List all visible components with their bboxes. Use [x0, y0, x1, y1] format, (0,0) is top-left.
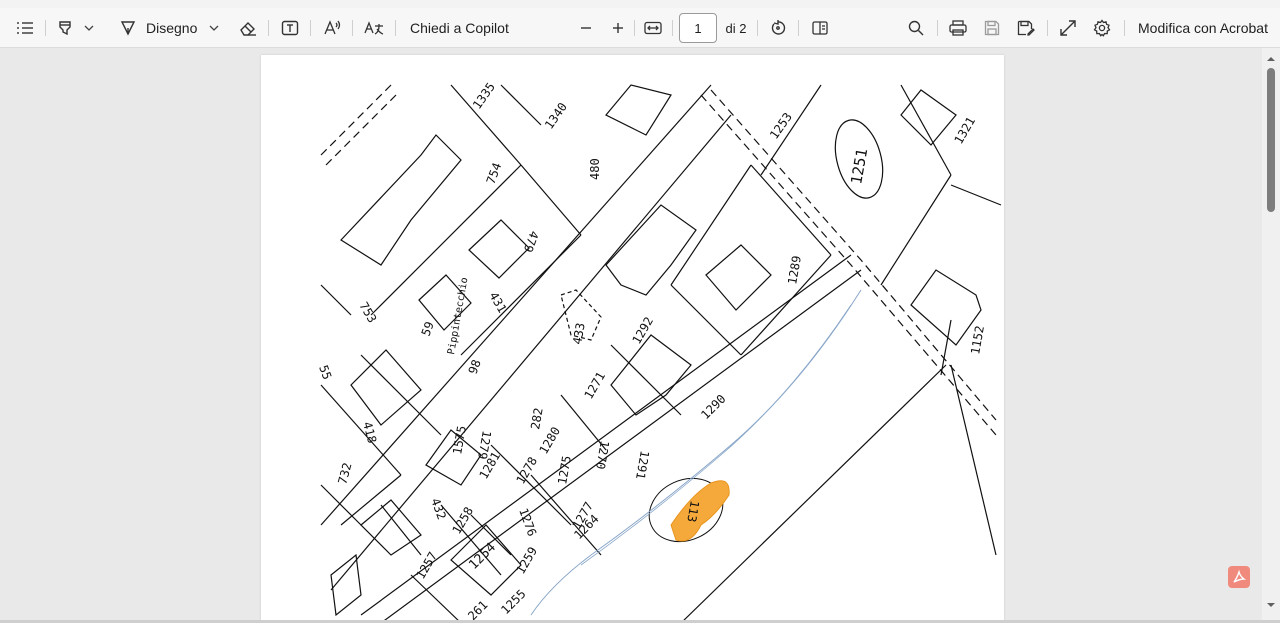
parcel-label: 1290 — [698, 392, 728, 422]
parcel-label: 1335 — [470, 80, 498, 112]
parcel-label: 1255 — [498, 587, 528, 617]
parcel-label: 113 — [684, 499, 702, 523]
cadastral-map: 1335 1340 480 754 479 1253 1321 1251 753… — [316, 80, 1002, 623]
parcel-label: 418 — [360, 420, 379, 445]
page-number-input[interactable]: 1 — [679, 13, 717, 43]
parcel-label: 55 — [316, 363, 334, 381]
parcel-label: 98 — [466, 358, 484, 376]
parcel-label: 754 — [484, 161, 505, 186]
toolbar-separator — [310, 20, 311, 36]
scrollbar-thumb[interactable] — [1267, 68, 1275, 212]
save-as-icon[interactable] — [1016, 8, 1036, 48]
parcel-label: 479 — [521, 229, 542, 254]
parcel-label: 1253 — [767, 110, 795, 142]
pdf-page: 1335 1340 480 754 479 1253 1321 1251 753… — [261, 55, 1004, 623]
edit-with-acrobat-button[interactable]: Modifica con Acrobat — [1138, 8, 1268, 48]
text-box-icon[interactable] — [279, 8, 301, 48]
parcel-label: 1152 — [968, 325, 987, 356]
gear-icon[interactable] — [1092, 8, 1112, 48]
toolbar-separator — [395, 20, 396, 36]
acrobat-icon[interactable] — [1228, 566, 1250, 588]
parcel-label: 1271 — [581, 369, 608, 401]
highlighter-icon[interactable] — [55, 8, 75, 48]
parcel-label: 1575 — [450, 425, 469, 456]
draw-dropdown-chevron-icon[interactable] — [205, 8, 223, 48]
parcel-label: Pippintecchio — [446, 277, 470, 356]
page-total-label: di 2 — [725, 20, 747, 36]
save-icon[interactable] — [982, 8, 1002, 48]
toolbar-separator — [634, 20, 635, 36]
parcel-label: 753 — [356, 300, 379, 326]
toolbar-separator — [798, 20, 799, 36]
toolbar-separator — [672, 20, 673, 36]
parcel-label: 732 — [335, 461, 354, 486]
window-top-strip — [0, 0, 1280, 8]
toolbar-separator — [757, 20, 758, 36]
search-icon[interactable] — [906, 8, 926, 48]
toolbar-separator — [268, 20, 269, 36]
toolbar-separator — [1124, 20, 1125, 36]
parcel-label: 1289 — [785, 255, 804, 286]
pen-icon[interactable] — [118, 8, 138, 48]
translate-icon[interactable] — [362, 8, 386, 48]
draw-button-label[interactable]: Disegno — [146, 8, 198, 48]
plus-icon[interactable] — [608, 8, 628, 48]
parcel-label: 432 — [428, 496, 449, 521]
expand-icon[interactable] — [1058, 8, 1078, 48]
toolbar-separator — [45, 20, 46, 36]
read-aloud-icon[interactable] — [321, 8, 343, 48]
parcel-label: 433 — [570, 322, 588, 346]
ask-copilot-button[interactable]: Chiedi a Copilot — [410, 8, 520, 48]
toolbar-separator — [352, 20, 353, 36]
parcel-label: 1257 — [413, 549, 440, 581]
parcel-label: 480 — [588, 158, 602, 180]
print-icon[interactable] — [948, 8, 968, 48]
toolbar-separator — [1047, 20, 1048, 36]
minus-icon[interactable] — [576, 8, 596, 48]
rotate-icon[interactable] — [767, 8, 789, 48]
parcel-label: 1258 — [449, 504, 476, 536]
highlight-dropdown-chevron-icon[interactable] — [80, 8, 98, 48]
parcel-label: 431 — [486, 290, 509, 316]
parcel-label: 1292 — [629, 314, 656, 346]
parcel-label: 1340 — [542, 100, 570, 132]
eraser-icon[interactable] — [238, 8, 258, 48]
document-viewport[interactable]: 1335 1340 480 754 479 1253 1321 1251 753… — [0, 48, 1280, 623]
parcel-label: 282 — [528, 407, 546, 431]
pdf-toolbar: Disegno Chiedi a Copilot 1 di 2 Modifica… — [0, 8, 1280, 48]
scroll-down-arrow-icon[interactable] — [1266, 600, 1276, 610]
parcel-label: 1251 — [847, 147, 871, 186]
list-icon[interactable] — [14, 8, 36, 48]
parcel-label: 1291 — [633, 449, 652, 480]
scroll-up-arrow-icon[interactable] — [1266, 54, 1276, 64]
page-view-icon[interactable] — [808, 8, 832, 48]
vertical-scrollbar[interactable] — [1262, 48, 1280, 623]
parcel-label: 59 — [419, 320, 437, 338]
parcel-label: 1321 — [951, 114, 978, 146]
parcel-label: 1270 — [593, 439, 612, 470]
parcel-label: 1276 — [516, 506, 539, 538]
fit-page-icon[interactable] — [642, 8, 664, 48]
parcel-label: 1275 — [555, 455, 574, 486]
toolbar-separator — [937, 20, 938, 36]
